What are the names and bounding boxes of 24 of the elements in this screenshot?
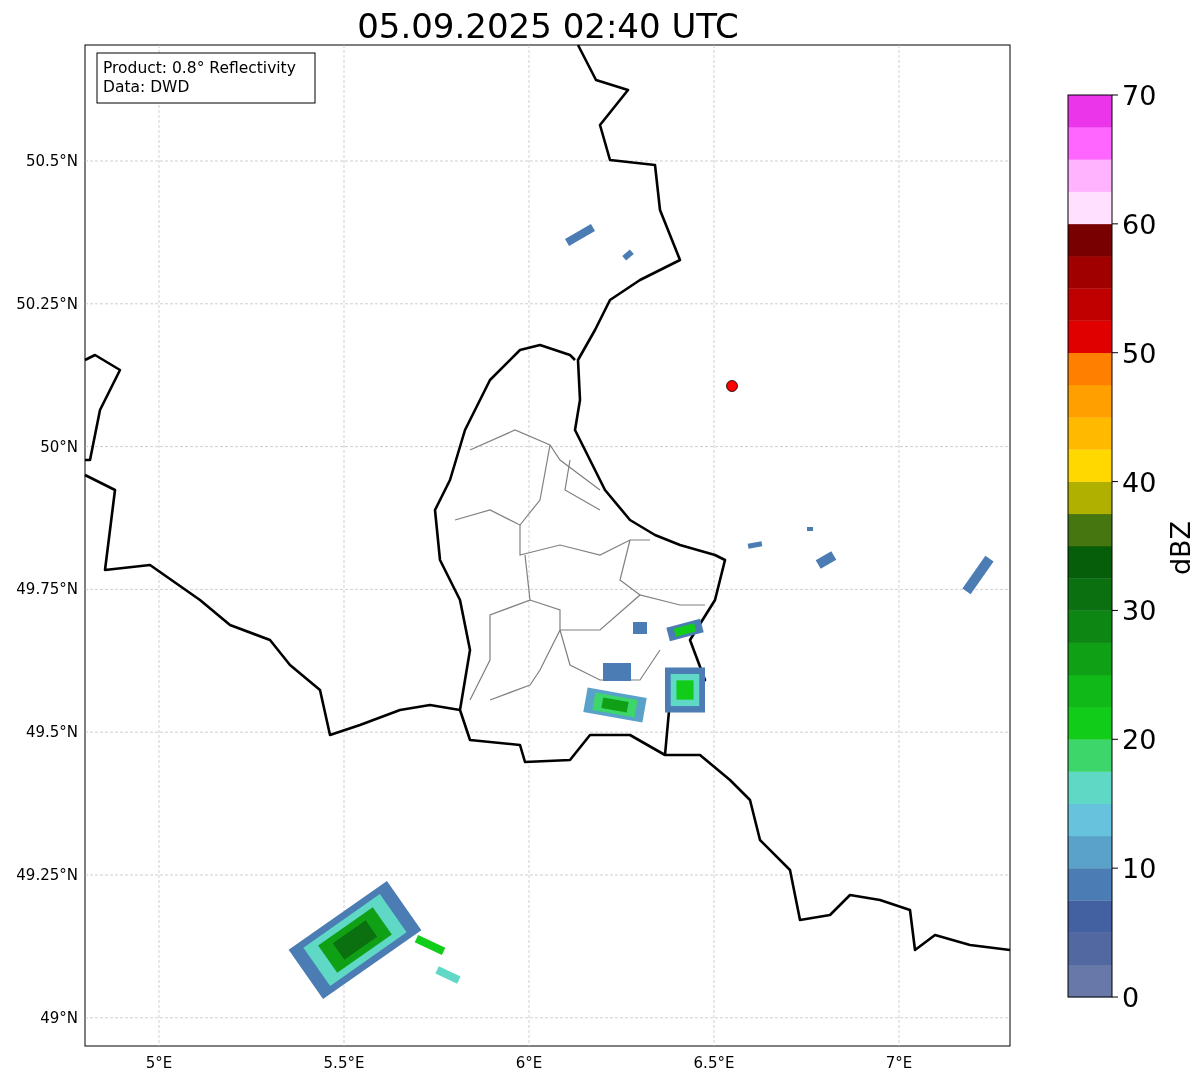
longitude-label: 6.5°E xyxy=(693,1054,735,1072)
info-text: Product: 0.8° Reflectivity xyxy=(103,59,296,77)
info-text: Data: DWD xyxy=(103,78,190,96)
latitude-label: 49.75°N xyxy=(16,580,78,599)
colorbar-label: dBZ xyxy=(1165,520,1196,576)
colorbar-tick-label: 50 xyxy=(1122,337,1157,369)
colorbar-tick-label: 20 xyxy=(1122,724,1157,756)
latitude-label: 49.25°N xyxy=(16,866,78,884)
colorbar-tick-label: 40 xyxy=(1122,466,1157,498)
latitude-label: 49.5°N xyxy=(25,723,78,742)
colorbar-tick-label: 60 xyxy=(1122,208,1157,240)
longitude-label: 5°E xyxy=(145,1054,173,1072)
colorbar-tick-label: 70 xyxy=(1122,80,1157,111)
latitude-label: 50.5°N xyxy=(25,152,78,170)
colorbar-tick-label: 0 xyxy=(1122,982,1140,1013)
chart-title: 05.09.2025 02:40 UTC xyxy=(357,6,739,46)
longitude-label: 7°E xyxy=(885,1054,913,1072)
colorbar-tick-label: 30 xyxy=(1122,595,1157,627)
longitude-label: 6°E xyxy=(515,1054,543,1072)
latitude-label: 49°N xyxy=(40,1008,78,1027)
colorbar-tick-label: 10 xyxy=(1122,853,1157,885)
latitude-label: 50°N xyxy=(40,437,78,456)
latitude-label: 50.25°N xyxy=(16,294,78,313)
longitude-label: 5.5°E xyxy=(323,1054,365,1072)
